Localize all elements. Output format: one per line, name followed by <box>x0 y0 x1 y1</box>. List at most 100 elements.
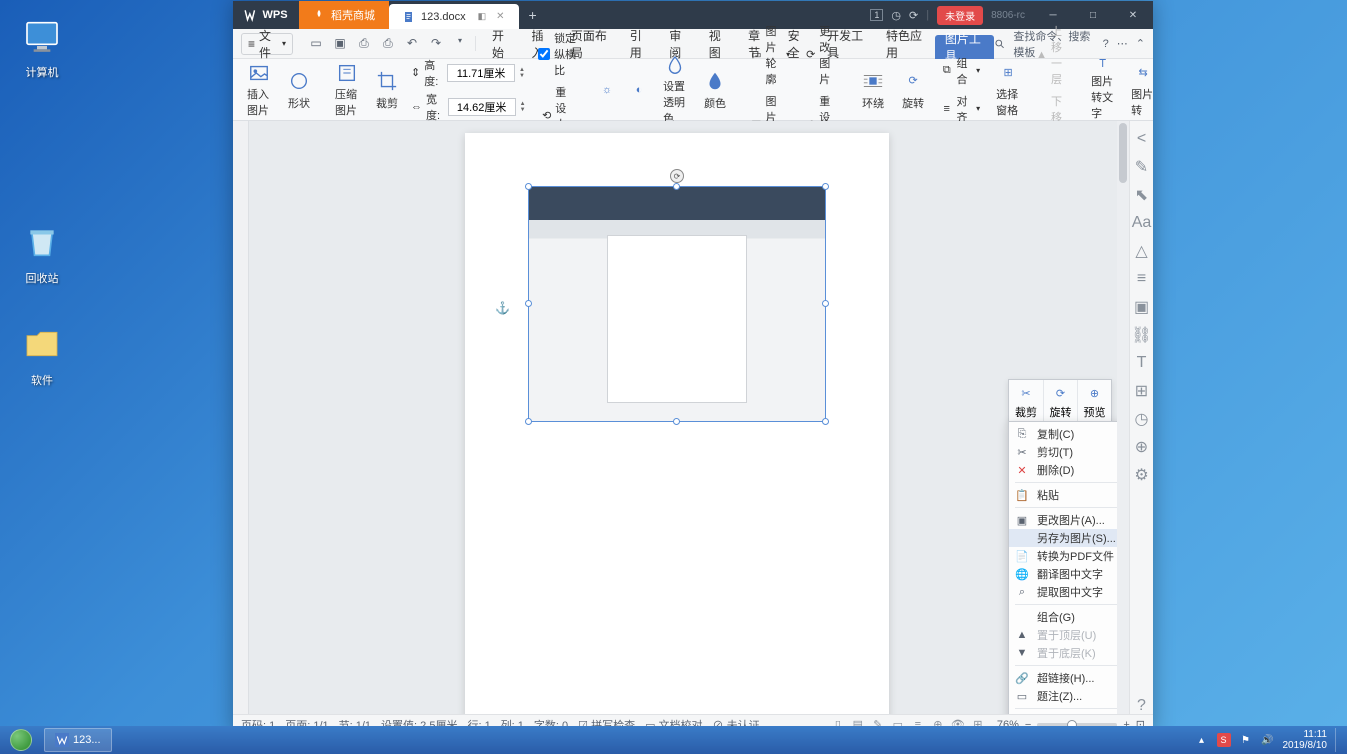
tray-flag-icon[interactable]: ⚑ <box>1239 733 1253 747</box>
scrollbar-thumb[interactable] <box>1119 123 1127 183</box>
handle-bc[interactable] <box>673 418 680 425</box>
brightness-button[interactable]: ☼ <box>591 62 623 118</box>
ctx-label: 剪切(T) <box>1037 444 1113 460</box>
height-input[interactable] <box>447 64 515 82</box>
compress-button[interactable]: 压缩图片 <box>327 62 367 118</box>
rotate-button[interactable]: ⟳旋转 <box>893 62 933 118</box>
desktop-software[interactable]: 软件 <box>12 320 72 388</box>
handle-ml[interactable] <box>525 300 532 307</box>
menutab-3[interactable]: 引用 <box>620 29 659 59</box>
login-button[interactable]: 未登录 <box>937 6 983 25</box>
handle-tl[interactable] <box>525 183 532 190</box>
more-icon[interactable]: ⋯ <box>1117 37 1128 50</box>
ribbon: 插入图片 形状 压缩图片 裁剪 ⇕ 高度: ▲▼ ⇔ 宽度: ▲▼ 锁定纵横比 … <box>233 59 1153 121</box>
height-icon: ⇕ <box>411 66 420 79</box>
search-icon[interactable] <box>994 37 1006 51</box>
tab-document[interactable]: 123.docx ◧ ✕ <box>389 4 519 29</box>
pic-to-text-button[interactable]: Ꭲ图片转文字 <box>1083 62 1123 118</box>
skin-icon[interactable]: ◷ <box>891 9 901 22</box>
sync-icon[interactable]: ⟳ <box>909 9 918 22</box>
file-menu[interactable]: ≡文件▾ <box>241 33 293 55</box>
selected-image[interactable]: ⟳ <box>528 186 826 422</box>
handle-tc[interactable] <box>673 183 680 190</box>
handle-br[interactable] <box>822 418 829 425</box>
sp-text-icon[interactable]: T <box>1134 355 1150 371</box>
sp-shape-icon[interactable]: △ <box>1134 243 1150 259</box>
pic-convert-button[interactable]: ⇆图片转 <box>1123 62 1163 118</box>
taskbar-wps[interactable]: 123... <box>44 728 112 752</box>
sp-style-icon[interactable]: Aa <box>1134 215 1150 231</box>
close-window-button[interactable]: ✕ <box>1113 10 1153 21</box>
link-icon: 🔗 <box>1015 671 1029 685</box>
sp-expand-icon[interactable]: < <box>1134 131 1150 147</box>
new-icon[interactable]: ▭ <box>307 36 325 51</box>
mini-toolbar: ✂裁剪 ⟳旋转 ⊕预览 <box>1008 379 1112 425</box>
sp-clock-icon[interactable]: ◷ <box>1134 411 1150 427</box>
minimize-button[interactable]: ─ <box>1033 10 1073 21</box>
scrollbar-vertical[interactable] <box>1117 121 1129 714</box>
handle-mr[interactable] <box>822 300 829 307</box>
ctx-label: 复制(C) <box>1037 426 1112 442</box>
sp-gear-icon[interactable]: ⚙ <box>1134 467 1150 483</box>
open-icon[interactable]: ▣ <box>331 36 349 51</box>
sp-tool-icon[interactable]: ✎ <box>1134 159 1150 175</box>
insert-picture-button[interactable]: 插入图片 <box>239 62 279 118</box>
group-button[interactable]: ⧉组合▾ <box>937 53 984 89</box>
delete-icon: ✕ <box>1015 463 1029 477</box>
mini-rotate-button[interactable]: ⟳旋转 <box>1043 380 1077 424</box>
undo-icon[interactable]: ↶ <box>403 36 421 51</box>
ruler-vertical <box>233 121 249 714</box>
shape-button[interactable]: 形状 <box>279 62 319 118</box>
rotation-handle[interactable]: ⟳ <box>670 169 684 183</box>
transparency-button[interactable]: 设置透明色 <box>655 62 695 118</box>
width-down[interactable]: ▼ <box>520 107 528 113</box>
sp-link-icon[interactable]: ⛓ <box>1134 327 1150 343</box>
close-icon[interactable]: ✕ <box>496 11 504 22</box>
select-pane-button[interactable]: ⊞选择窗格 <box>988 62 1028 118</box>
wrap-button[interactable]: 环绕 <box>853 62 893 118</box>
change-pic-button[interactable]: ⟳更改图片 <box>802 21 841 89</box>
sp-help-icon[interactable]: ? <box>1134 698 1150 714</box>
tab-mall[interactable]: 稻壳商城 <box>299 1 389 29</box>
menutab-0[interactable]: 开始 <box>482 29 521 59</box>
height-down[interactable]: ▼ <box>519 73 528 79</box>
collapse-ribbon-icon[interactable]: ⌃ <box>1136 37 1145 50</box>
crop-button[interactable]: 裁剪 <box>367 62 407 118</box>
pic-outline-button[interactable]: ▭图片轮廓▾ <box>747 21 794 89</box>
mini-preview-button[interactable]: ⊕预览 <box>1077 380 1111 424</box>
save-icon[interactable]: ⎙ <box>355 36 373 51</box>
color-button[interactable]: 颜色 <box>695 62 735 118</box>
sp-image-icon[interactable]: ▣ <box>1134 299 1150 315</box>
tray-up-icon[interactable]: ▴ <box>1195 733 1209 747</box>
document-area[interactable]: ⚓ ⟳ ✂裁剪 ⟳旋转 ⊕预览 ⎘复制(C)Ctrl+C✂剪切(T)Ctrl+X… <box>233 121 1153 714</box>
menutab-5[interactable]: 视图 <box>699 29 738 59</box>
desktop-recycle[interactable]: 回收站 <box>12 218 72 286</box>
mini-crop-button[interactable]: ✂裁剪 <box>1009 380 1043 424</box>
handle-bl[interactable] <box>525 418 532 425</box>
redo-icon[interactable]: ↷ <box>427 36 445 51</box>
qat-more-icon[interactable]: ▾ <box>451 36 469 51</box>
lock-ratio-checkbox[interactable] <box>538 48 550 60</box>
tray-sound-icon[interactable]: 🔊 <box>1261 733 1275 747</box>
tray-ime-icon[interactable]: S <box>1217 733 1231 747</box>
sp-select-icon[interactable]: ⬉ <box>1134 187 1150 203</box>
show-desktop-button[interactable] <box>1335 728 1341 752</box>
maximize-button[interactable]: □ <box>1073 10 1113 21</box>
new-tab-button[interactable]: + <box>519 7 547 23</box>
tray-clock[interactable]: 11:11 2019/8/10 <box>1283 729 1328 751</box>
width-input[interactable] <box>448 98 516 116</box>
start-button[interactable] <box>0 726 42 754</box>
sp-table-icon[interactable]: ⊞ <box>1134 383 1150 399</box>
help-icon[interactable]: ? <box>1103 38 1109 50</box>
menutab-9[interactable]: 特色应用 <box>876 29 935 59</box>
badge-icon[interactable]: 1 <box>870 9 883 21</box>
sp-globe-icon[interactable]: ⊕ <box>1134 439 1150 455</box>
pdf-icon: 📄 <box>1015 549 1029 563</box>
cut-icon: ✂ <box>1015 445 1029 459</box>
print-icon[interactable]: ⎙ <box>379 36 397 51</box>
sp-layer-icon[interactable]: ≡ <box>1134 271 1150 287</box>
contrast-button[interactable]: ◐ <box>623 62 655 118</box>
desktop-computer[interactable]: 计算机 <box>12 12 72 80</box>
handle-tr[interactable] <box>822 183 829 190</box>
tab-opts-icon[interactable]: ◧ <box>478 11 487 22</box>
